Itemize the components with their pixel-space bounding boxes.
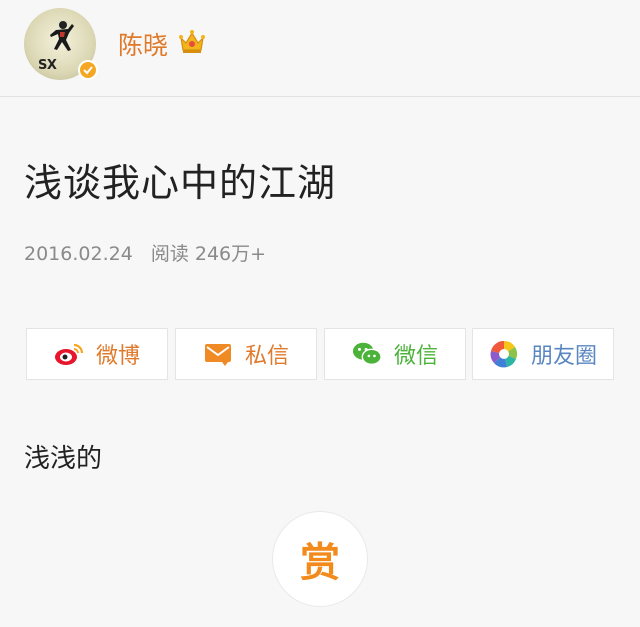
article-body: 浅浅的: [24, 444, 103, 474]
verified-check-icon: [78, 60, 98, 80]
author-header: SX 陈晓: [0, 0, 640, 97]
article-read-count: 阅读 246万+: [150, 243, 267, 265]
silhouette-figure-icon: [50, 21, 74, 51]
avatar-text: SX: [38, 58, 57, 73]
share-weibo-label: 微博: [95, 344, 140, 369]
share-message-label: 私信: [244, 344, 289, 369]
moments-icon: [489, 339, 519, 369]
share-wechat-button[interactable]: 微信: [324, 328, 466, 380]
share-weibo-button[interactable]: 微博: [26, 328, 168, 380]
wechat-icon: [352, 339, 382, 369]
share-message-button[interactable]: 私信: [175, 328, 317, 380]
share-moments-label: 朋友圈: [530, 344, 597, 369]
share-wechat-label: 微信: [393, 344, 438, 369]
crown-icon: [179, 30, 205, 53]
share-moments-button[interactable]: 朋友圈: [472, 328, 614, 380]
reward-button[interactable]: 赏: [272, 511, 368, 607]
article-page: SX 陈晓 浅谈我心中的江湖 2016.02.24 阅读 246万+ 微博 私信…: [0, 0, 640, 627]
author-name[interactable]: 陈晓: [118, 26, 168, 62]
share-bar: 微博 私信 微信 朋友圈: [26, 328, 640, 380]
article-title: 浅谈我心中的江湖: [24, 161, 337, 205]
reward-label: 赏: [300, 540, 340, 586]
weibo-icon: [54, 339, 84, 369]
article-date: 2016.02.24: [24, 243, 133, 265]
article-meta: 2016.02.24 阅读 246万+: [24, 239, 266, 266]
message-icon: [203, 339, 233, 369]
